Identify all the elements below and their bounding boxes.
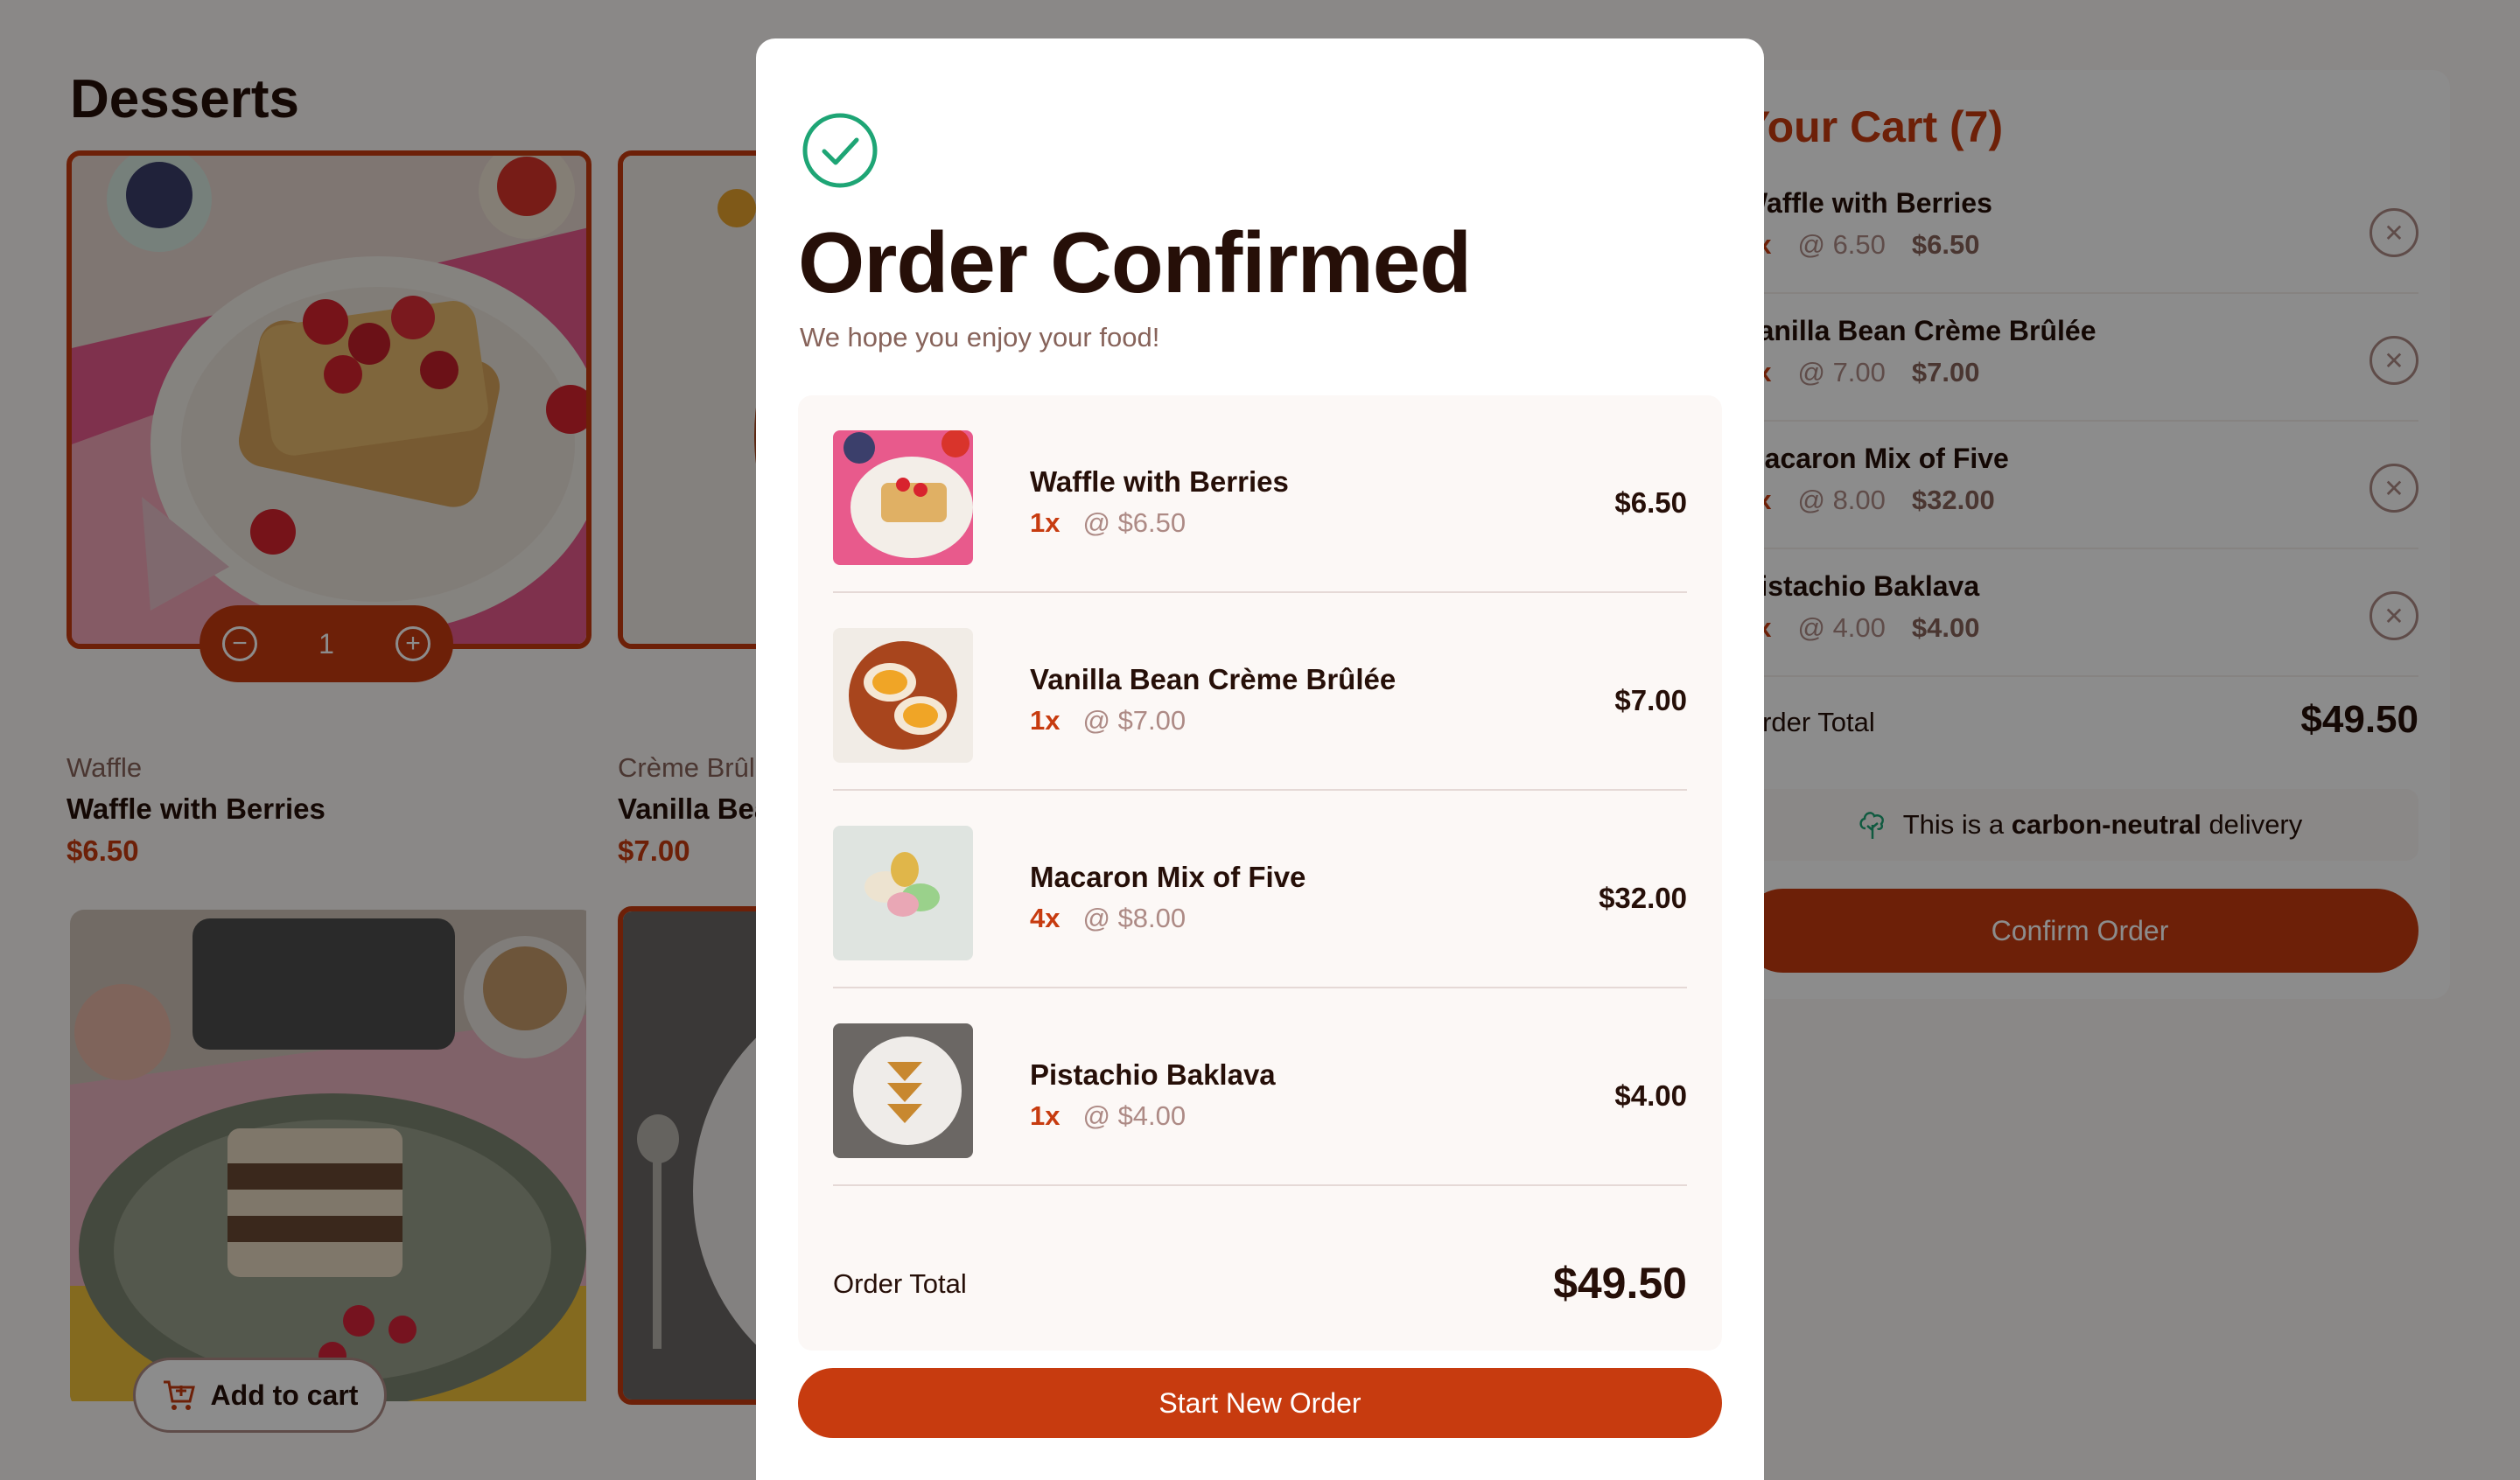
order-item-total: $32.00 [1599,882,1687,914]
order-item-total: $6.50 [1614,486,1687,519]
order-item-unit: @ $4.00 [1082,1100,1186,1131]
order-item-qty: 4x [1030,903,1060,933]
order-item-thumbnail [833,430,973,565]
order-item-unit: @ $6.50 [1082,507,1186,538]
order-item-qty: 1x [1030,507,1060,538]
order-item: Pistachio Baklava 1x @ $4.00 $4.00 [833,988,1687,1186]
order-summary: Waffle with Berries 1x @ $6.50 $6.50 Van… [798,395,1722,1351]
order-total-label: Order Total [833,1268,967,1299]
order-confirmed-modal: Order Confirmed We hope you enjoy your f… [756,38,1764,1480]
modal-subtitle: We hope you enjoy your food! [800,322,1160,353]
order-total-value: $49.50 [1553,1259,1687,1308]
order-item-name: Pistachio Baklava [1030,1058,1276,1091]
order-item-qty: 1x [1030,1100,1060,1131]
order-item-name: Vanilla Bean Crème Brûlée [1030,663,1396,695]
start-new-order-button[interactable]: Start New Order [798,1368,1722,1438]
order-item-thumbnail [833,826,973,960]
order-item-thumbnail [833,628,973,763]
order-item-total: $4.00 [1614,1079,1687,1112]
order-item-thumbnail [833,1023,973,1158]
order-item: Waffle with Berries 1x @ $6.50 $6.50 [833,395,1687,593]
order-item: Vanilla Bean Crème Brûlée 1x @ $7.00 $7.… [833,593,1687,791]
order-item-unit: @ $7.00 [1082,705,1186,736]
modal-title: Order Confirmed [798,214,1472,311]
check-circle-icon [802,112,878,189]
order-item-qty: 1x [1030,705,1060,736]
order-item: Macaron Mix of Five 4x @ $8.00 $32.00 [833,791,1687,988]
order-item-total: $7.00 [1614,684,1687,716]
order-item-unit: @ $8.00 [1082,903,1186,933]
order-item-name: Waffle with Berries [1030,465,1289,498]
order-item-name: Macaron Mix of Five [1030,861,1306,893]
